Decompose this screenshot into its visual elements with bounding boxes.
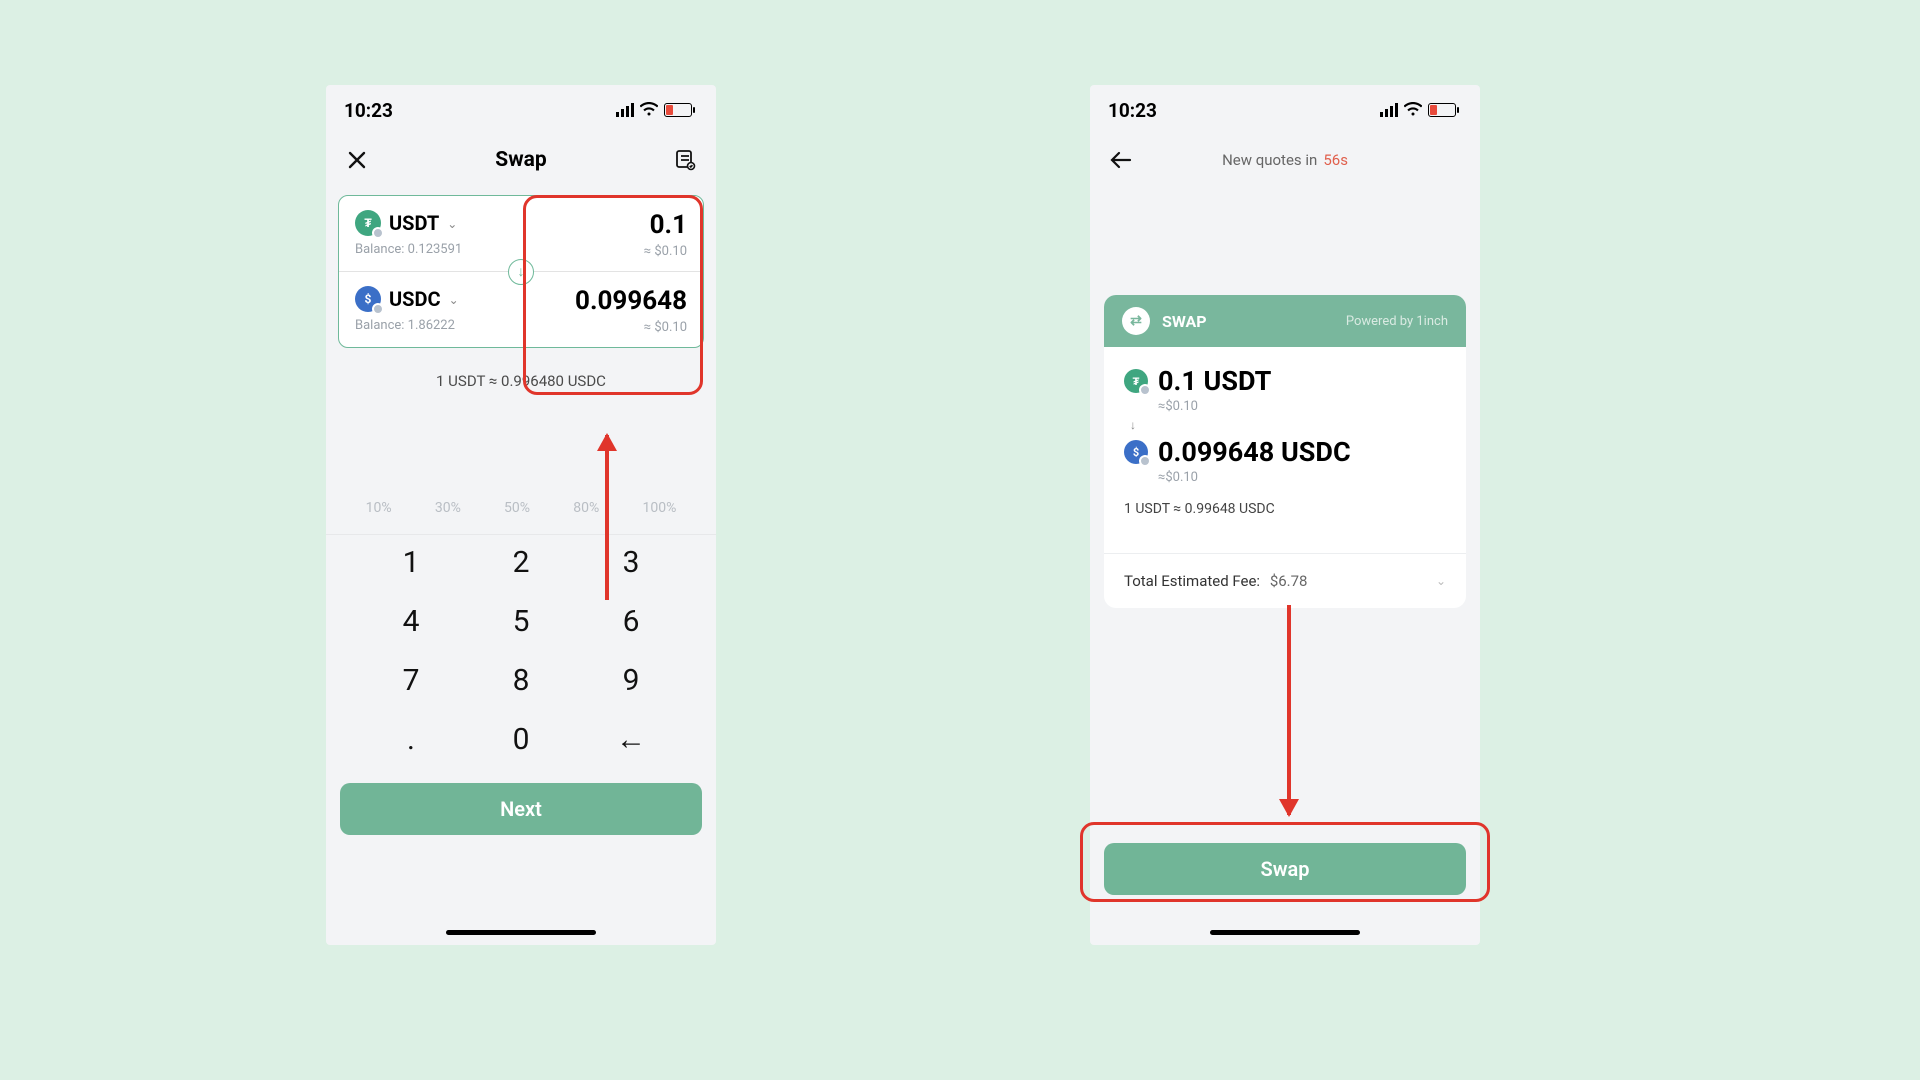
chevron-down-icon: ⌄ <box>449 293 459 307</box>
wifi-icon <box>1404 101 1422 120</box>
close-icon[interactable] <box>344 147 370 173</box>
pct-80[interactable]: 80% <box>573 500 599 516</box>
to-amount-usd: ≈ $0.10 <box>575 320 687 335</box>
cellular-icon <box>616 103 634 117</box>
key-dot[interactable]: . <box>356 722 466 757</box>
to-asset-text: 0.099648 USDC <box>1158 436 1351 468</box>
usdc-icon: $ <box>1124 440 1148 464</box>
from-token-selector[interactable]: ₮ USDT ⌄ <box>355 210 462 236</box>
confirm-body: ₮ 0.1 USDT ≈$0.10 ↓ $ 0.099648 USDC ≈$0.… <box>1104 347 1466 531</box>
fee-value: $6.78 <box>1270 572 1308 590</box>
pct-50[interactable]: 50% <box>504 500 530 516</box>
usdt-icon: ₮ <box>1124 369 1148 393</box>
exchange-rate: 1 USDT ≈ 0.99648 USDC <box>1124 501 1446 517</box>
status-bar: 10:23 <box>1090 85 1480 135</box>
powered-by-label: Powered by 1inch <box>1346 314 1448 329</box>
key-3[interactable]: 3 <box>576 545 686 580</box>
numeric-keypad: 1 2 3 4 5 6 7 8 9 . 0 ← <box>326 534 716 757</box>
battery-low-icon <box>664 103 692 117</box>
from-amount-usd: ≈ $0.10 <box>644 244 687 259</box>
usdc-icon: $ <box>355 286 381 312</box>
status-icons <box>616 101 692 120</box>
from-token-name: USDT <box>389 211 439 235</box>
app-header: New quotes in 56s <box>1090 135 1480 185</box>
confirm-title: SWAP <box>1162 312 1207 331</box>
next-button[interactable]: Next <box>340 783 702 835</box>
fee-label: Total Estimated Fee: <box>1124 572 1260 590</box>
status-icons <box>1380 101 1456 120</box>
key-9[interactable]: 9 <box>576 663 686 698</box>
quotes-label: New quotes in <box>1222 151 1317 169</box>
from-balance: Balance: 0.123591 <box>355 242 462 257</box>
home-indicator[interactable] <box>1210 930 1360 935</box>
key-7[interactable]: 7 <box>356 663 466 698</box>
from-asset-usd: ≈$0.10 <box>1158 399 1446 414</box>
status-time: 10:23 <box>344 99 393 122</box>
key-8[interactable]: 8 <box>466 663 576 698</box>
key-0[interactable]: 0 <box>466 722 576 757</box>
to-token-selector[interactable]: $ USDC ⌄ <box>355 286 459 312</box>
pct-10[interactable]: 10% <box>366 500 392 516</box>
chevron-down-icon: ⌄ <box>1436 574 1446 588</box>
exchange-rate: 1 USDT ≈ 0.996480 USDC <box>326 372 716 390</box>
to-asset-usd: ≈$0.10 <box>1158 470 1446 485</box>
status-bar: 10:23 <box>326 85 716 135</box>
app-header: Swap <box>326 135 716 185</box>
key-backspace[interactable]: ← <box>576 722 686 757</box>
arrow-down-icon: ↓ <box>1130 418 1446 432</box>
swap-direction-button[interactable]: ↓ <box>508 259 534 285</box>
phone-screenshot-confirm: 10:23 New quotes in 56s ⇄ SWAP Powered b… <box>1090 85 1480 945</box>
to-balance: Balance: 1.86222 <box>355 318 459 333</box>
pct-30[interactable]: 30% <box>435 500 461 516</box>
page-title: Swap <box>370 148 672 172</box>
swap-card: ₮ USDT ⌄ Balance: 0.123591 0.1 ≈ $0.10 $… <box>338 195 704 348</box>
status-time: 10:23 <box>1108 99 1157 122</box>
to-asset-line: $ 0.099648 USDC <box>1124 436 1446 468</box>
from-amount[interactable]: 0.1 <box>644 210 687 240</box>
quotes-seconds: 56s <box>1323 151 1348 169</box>
from-asset-line: ₮ 0.1 USDT <box>1124 365 1446 397</box>
settings-receipt-icon[interactable] <box>672 147 698 173</box>
to-token-name: USDC <box>389 287 441 311</box>
battery-low-icon <box>1428 103 1456 117</box>
wifi-icon <box>640 101 658 120</box>
phone-screenshot-amount: 10:23 Swap ₮ USDT ⌄ Balance: 0.12 <box>326 85 716 945</box>
back-icon[interactable] <box>1108 147 1134 173</box>
key-5[interactable]: 5 <box>466 604 576 639</box>
confirm-header: ⇄ SWAP Powered by 1inch <box>1104 295 1466 347</box>
home-indicator[interactable] <box>446 930 596 935</box>
to-amount: 0.099648 <box>575 286 687 316</box>
key-1[interactable]: 1 <box>356 545 466 580</box>
usdt-icon: ₮ <box>355 210 381 236</box>
cellular-icon <box>1380 103 1398 117</box>
key-6[interactable]: 6 <box>576 604 686 639</box>
pct-100[interactable]: 100% <box>642 500 676 516</box>
confirm-card: ⇄ SWAP Powered by 1inch ₮ 0.1 USDT ≈$0.1… <box>1104 295 1466 608</box>
swap-icon: ⇄ <box>1122 307 1150 335</box>
from-asset-text: 0.1 USDT <box>1158 365 1271 397</box>
key-2[interactable]: 2 <box>466 545 576 580</box>
swap-button[interactable]: Swap <box>1104 843 1466 895</box>
percent-shortcuts: 10% 30% 50% 80% 100% <box>326 500 716 516</box>
quotes-countdown: New quotes in 56s <box>1134 151 1436 169</box>
key-4[interactable]: 4 <box>356 604 466 639</box>
fee-row[interactable]: Total Estimated Fee: $6.78 ⌄ <box>1104 554 1466 608</box>
chevron-down-icon: ⌄ <box>447 217 457 231</box>
